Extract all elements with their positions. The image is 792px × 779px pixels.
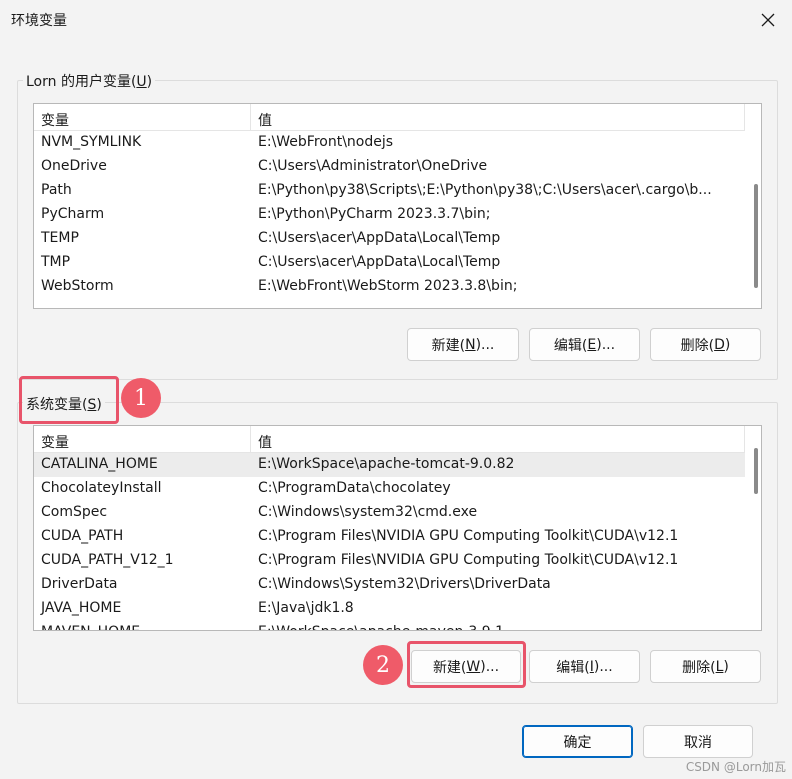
table-row[interactable]: WebStorm E:\WebFront\WebStorm 2023.3.8\bi… [34,275,745,299]
variable-name: TEMP [41,230,79,246]
variable-name: ComSpec [41,504,108,520]
table-row[interactable]: ComSpec C:\Windows\system32\cmd.exe [34,501,745,525]
user-variables-list[interactable]: 变量 值 NVM_SYMLINK E:\WebFront\nodejs OneDri… [33,103,762,309]
variable-value: E:\WebFront\WebStorm 2023.3.8\bin; [258,278,518,294]
variable-name: NVM_SYMLINK [41,134,142,150]
user-delete-button[interactable]: 删除(D) [650,328,761,361]
user-new-button[interactable]: 新建(N)... [407,328,519,361]
user-variables-label: Lorn 的用户变量(U) [23,71,156,91]
variable-value: E:\WorkSpace\apache-maven-3.9.1 [258,624,738,630]
table-row[interactable]: TEMP C:\Users\acer\AppData\Local\Temp [34,227,745,251]
table-row[interactable]: ChocolateyInstall C:\ProgramData\chocolat… [34,477,745,501]
highlight-system-variables-label [19,376,119,424]
variable-value: C:\Program Files\NVIDIA GPU Computing To… [258,528,679,544]
ok-button[interactable]: 确定 [522,725,633,758]
variable-value: C:\Users\acer\AppData\Local\Temp [258,230,501,246]
table-row[interactable]: CUDA_PATH_V12_1 C:\Program Files\NVIDIA G… [34,549,745,573]
column-header-value[interactable]: 值 [258,432,272,452]
system-edit-button[interactable]: 编辑(I)... [529,650,640,683]
table-row[interactable]: PyCharm E:\Python\PyCharm 2023.3.7\bin; [34,203,745,227]
step-2-badge: 2 [363,645,403,685]
highlight-system-new-button [407,641,526,688]
variable-name: JAVA_HOME [41,600,122,616]
system-list-scrollbar[interactable] [754,448,758,494]
variable-name: PyCharm [41,206,105,222]
table-row[interactable]: MAVEN_HOME E:\WorkSpace\apache-maven-3.9.… [34,621,745,630]
table-row[interactable]: JAVA_HOME E:\Java\jdk1.8 [34,597,745,621]
variable-name: CUDA_PATH_V12_1 [41,552,174,568]
table-row[interactable]: NVM_SYMLINK E:\WebFront\nodejs [34,131,745,155]
table-row[interactable]: TMP C:\Users\acer\AppData\Local\Temp [34,251,745,275]
variable-name: MAVEN_HOME [41,624,140,630]
variable-value: E:\Python\py38\Scripts\;E:\Python\py38\;… [258,182,712,198]
variable-value: C:\ProgramData\chocolatey [258,480,451,496]
user-list-scrollbar[interactable] [754,184,758,288]
user-edit-button[interactable]: 编辑(E)... [529,328,640,361]
variable-name: TMP [41,254,71,270]
cancel-button[interactable]: 取消 [643,725,753,758]
variable-value: C:\Windows\System32\Drivers\DriverData [258,576,551,592]
column-header-value[interactable]: 值 [258,110,272,130]
title-bar: 环境变量 [0,0,792,40]
variable-value: C:\Windows\system32\cmd.exe [258,504,478,520]
variable-value: E:\WebFront\nodejs [258,134,394,150]
variable-name: WebStorm [41,278,114,294]
variable-value: E:\Java\jdk1.8 [258,600,354,616]
system-delete-button[interactable]: 删除(L) [650,650,761,683]
table-row[interactable]: CUDA_PATH C:\Program Files\NVIDIA GPU Com… [34,525,745,549]
column-header-variable[interactable]: 变量 [41,432,69,452]
system-variables-list[interactable]: 变量 值 CATALINA_HOME E:\WorkSpace\apache-to… [33,425,762,631]
variable-name: DriverData [41,576,118,592]
step-1-badge: 1 [121,378,161,418]
column-header-variable[interactable]: 变量 [41,110,69,130]
variable-value: C:\Program Files\NVIDIA GPU Computing To… [258,552,679,568]
variable-name: ChocolateyInstall [41,480,162,496]
variable-name: OneDrive [41,158,107,174]
table-row[interactable]: OneDrive C:\Users\Administrator\OneDrive [34,155,745,179]
watermark: CSDN @Lorn加瓦 [685,760,786,774]
table-row[interactable]: Path E:\Python\py38\Scripts\;E:\Python\py… [34,179,745,203]
variable-value: C:\Users\Administrator\OneDrive [258,158,488,174]
table-row[interactable]: CATALINA_HOME E:\WorkSpace\apache-tomcat-… [34,453,745,477]
window-title: 环境变量 [11,13,67,29]
list-header: 变量 值 [34,426,745,453]
variable-name: CATALINA_HOME [41,456,158,472]
variable-name: CUDA_PATH [41,528,124,544]
table-row[interactable]: DriverData C:\Windows\System32\Drivers\Dr… [34,573,745,597]
variable-value: E:\WorkSpace\apache-tomcat-9.0.82 [258,456,515,472]
variable-name: Path [41,182,72,198]
variable-value: E:\Python\PyCharm 2023.3.7\bin; [258,206,491,222]
close-button[interactable] [752,4,784,36]
close-icon [761,13,775,27]
list-header: 变量 值 [34,104,745,131]
variable-value: C:\Users\acer\AppData\Local\Temp [258,254,501,270]
